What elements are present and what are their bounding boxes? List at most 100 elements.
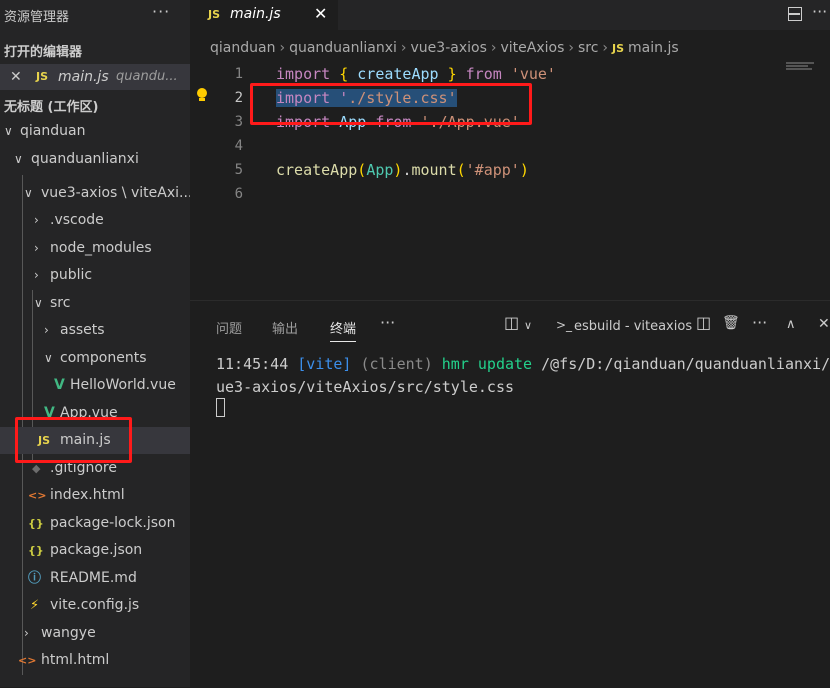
workspace-title[interactable]: 无标题 (工作区) — [4, 96, 98, 115]
code-token: ( — [456, 161, 466, 179]
line-number: 6 — [234, 186, 243, 202]
tree-folder-vue3-axios[interactable]: ∨ vue3-axios \ viteAxi... — [0, 180, 190, 207]
code-token: import — [276, 65, 331, 83]
chevron-right-icon: › — [34, 241, 39, 255]
tree-label: html.html — [41, 652, 110, 668]
tree-file-vite-config-js[interactable]: ⚡ vite.config.js — [0, 592, 190, 619]
explorer-title: 资源管理器 — [4, 10, 70, 25]
breadcrumb-separator: › — [400, 40, 407, 56]
terminal-output-line: 11:45:44 [vite] (client) hmr update /@fs… — [216, 355, 830, 373]
js-file-icon: JS — [208, 8, 221, 21]
tree-folder-qianduan[interactable]: ∨ qianduan — [0, 118, 190, 145]
split-editor-icon[interactable] — [788, 7, 802, 21]
tree-folder-wangye[interactable]: › wangye — [0, 620, 190, 647]
tree-label: qianduan — [20, 123, 86, 139]
tree-label: node_modules — [50, 240, 152, 256]
split-pane-icon[interactable]: ◫ — [696, 313, 711, 332]
terminal-output-line: ue3-axios/viteAxios/src/style.css — [216, 378, 515, 396]
tree-folder-quanduanlianxi[interactable]: ∨ quanduanlianxi — [0, 146, 190, 173]
open-editor-item[interactable]: ✕ JS main.js quandu... — [0, 64, 190, 90]
tab-main-js[interactable]: JS main.js ✕ — [190, 0, 338, 30]
tree-label: README.md — [50, 570, 137, 586]
close-icon[interactable]: ✕ — [10, 64, 22, 90]
tree-file-package-lock-json[interactable]: {} package-lock.json — [0, 510, 190, 537]
line-number: 3 — [234, 114, 243, 130]
tab-label: main.js — [230, 6, 281, 22]
html-file-icon: <> — [18, 654, 37, 667]
tree-file-package-json[interactable]: {} package.json — [0, 537, 190, 564]
tree-folder-vscode[interactable]: › .vscode — [0, 207, 190, 234]
tree-label: vite.config.js — [50, 597, 140, 613]
tree-label: src — [50, 295, 71, 311]
chevron-right-icon: › — [34, 213, 39, 227]
tree-folder-components[interactable]: ∨ components — [0, 345, 190, 372]
editor-tab-bar: JS main.js ✕ ··· — [190, 0, 830, 30]
code-line[interactable]: createApp(App).mount('#app') — [276, 158, 529, 182]
tree-label: assets — [60, 322, 105, 338]
tab-terminal[interactable]: 终端 — [330, 318, 357, 342]
tab-problems[interactable]: 问题 — [216, 318, 242, 337]
maximize-panel-icon[interactable]: ∧ — [786, 317, 796, 332]
terminal-client: (client) — [351, 355, 442, 373]
explorer-sidebar: 资源管理器 ··· 打开的编辑器 ✕ JS main.js quandu... … — [0, 0, 190, 687]
highlight-box-main-js — [15, 417, 132, 463]
tree-file-helloworld-vue[interactable]: V HelloWorld.vue — [0, 372, 190, 399]
code-token: 'vue' — [510, 65, 556, 83]
explorer-header: 资源管理器 ··· — [0, 0, 190, 30]
minimap[interactable] — [786, 62, 816, 72]
bottom-panel: 问题 输出 终端 ··· ◫ ∨ >_ esbuild - viteaxios … — [190, 300, 830, 688]
breadcrumb-item[interactable]: src — [578, 40, 598, 56]
breadcrumb-item[interactable]: qianduan — [210, 40, 275, 56]
chevron-right-icon: › — [24, 626, 29, 640]
tree-label: wangye — [41, 625, 96, 641]
more-actions-icon[interactable]: ··· — [812, 2, 827, 21]
code-token: { — [339, 65, 349, 83]
tree-folder-public[interactable]: › public — [0, 262, 190, 289]
tree-file-readme-md[interactable]: ⓘ README.md — [0, 565, 190, 592]
panel-more-icon[interactable]: ··· — [380, 313, 395, 332]
tab-output[interactable]: 输出 — [272, 318, 298, 337]
split-terminal-icon[interactable]: ◫ — [504, 313, 519, 332]
terminal-cursor[interactable] — [216, 398, 225, 417]
breadcrumb-item[interactable]: quanduanlianxi — [289, 40, 397, 56]
trash-icon[interactable]: 🗑 — [722, 315, 740, 331]
breadcrumb-item[interactable]: viteAxios — [500, 40, 564, 56]
terminal-tag: [vite] — [297, 355, 352, 373]
breadcrumb-separator: › — [490, 40, 497, 56]
tree-label: index.html — [50, 487, 125, 503]
tree-folder-assets[interactable]: › assets — [0, 317, 190, 344]
terminal-name[interactable]: esbuild - viteaxios — [574, 319, 692, 334]
tree-file-index-html[interactable]: <> index.html — [0, 482, 190, 509]
code-token: createApp — [276, 161, 358, 179]
code-token: createApp — [357, 65, 439, 83]
chevron-right-icon: › — [44, 323, 49, 337]
chevron-down-icon: ∨ — [24, 186, 33, 200]
tree-folder-node-modules[interactable]: › node_modules — [0, 235, 190, 262]
code-token: ( — [357, 161, 367, 179]
code-token: mount — [411, 161, 457, 179]
tree-file-html-html[interactable]: <> html.html — [0, 647, 190, 674]
breadcrumb-item[interactable]: main.js — [628, 40, 679, 56]
panel-more-icon[interactable]: ··· — [752, 313, 767, 332]
json-file-icon: {} — [28, 517, 44, 530]
tree-label: vue3-axios \ viteAxi... — [41, 185, 190, 201]
open-editors-title[interactable]: 打开的编辑器 — [4, 41, 82, 60]
vue-file-icon: V — [54, 377, 65, 393]
close-panel-icon[interactable]: ✕ — [818, 316, 830, 332]
explorer-more-icon[interactable]: ··· — [152, 2, 170, 21]
chevron-down-icon[interactable]: ∨ — [524, 319, 532, 332]
breadcrumb-item[interactable]: vue3-axios — [411, 40, 487, 56]
close-icon[interactable]: ✕ — [314, 4, 327, 23]
breadcrumb: qianduan › quanduanlianxi › vue3-axios › viteA… — [210, 40, 679, 56]
tree-folder-src[interactable]: ∨ src — [0, 290, 190, 317]
code-token: } — [447, 65, 457, 83]
breadcrumb-separator: › — [602, 40, 609, 56]
terminal-hmr: hmr update — [441, 355, 533, 373]
html-file-icon: <> — [28, 489, 47, 502]
breadcrumb-separator: › — [279, 40, 286, 56]
